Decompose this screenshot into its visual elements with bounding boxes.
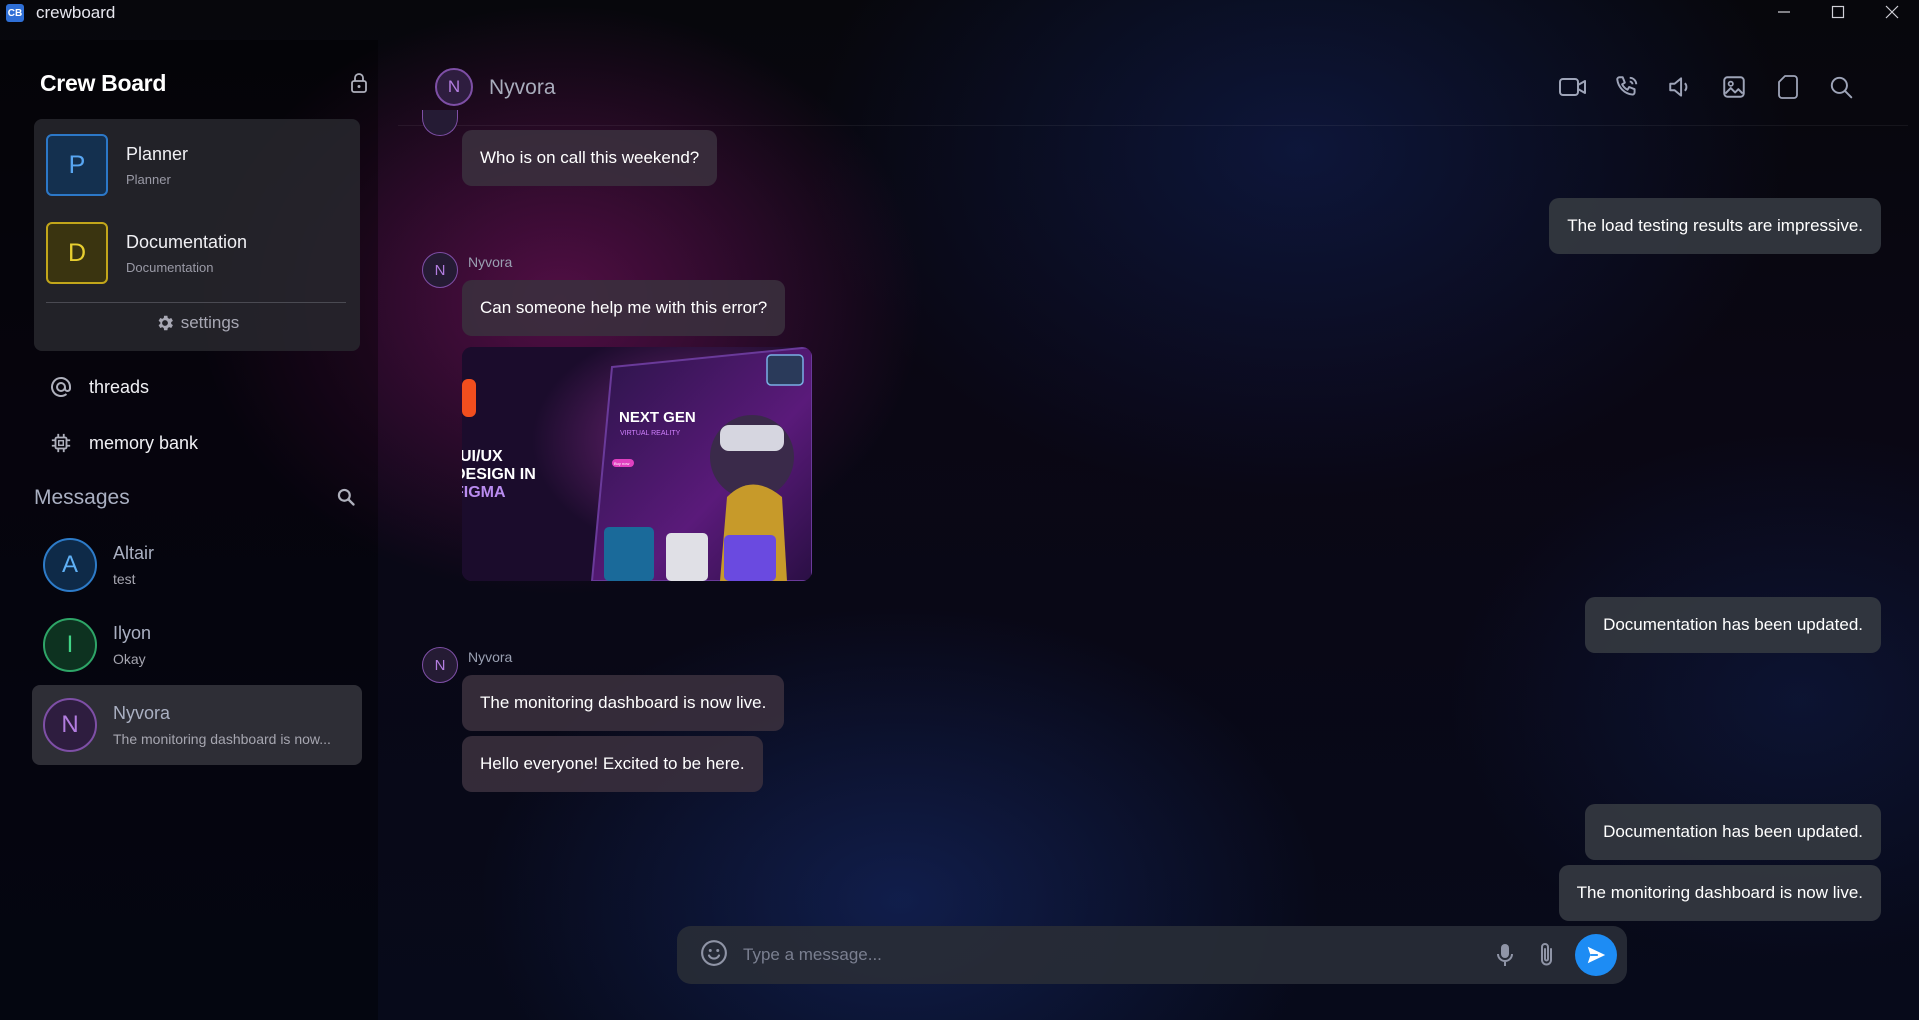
maximize-icon [1831, 5, 1845, 19]
contact-last-message: Okay [113, 651, 146, 667]
speaker-icon [1669, 77, 1688, 97]
contact-item-ilyon[interactable]: I Ilyon Okay [32, 605, 362, 685]
phone-icon [1616, 76, 1638, 96]
workspace-avatar: P [46, 134, 108, 196]
image-icon [1723, 76, 1745, 98]
close-button[interactable] [1865, 0, 1919, 24]
avatar [422, 110, 458, 136]
chip-icon [48, 430, 74, 456]
nav-item-threads[interactable]: threads [48, 374, 149, 400]
window-controls [1757, 0, 1919, 24]
contact-name: Ilyon [113, 623, 152, 643]
minimize-icon [1778, 11, 1790, 13]
contact-item-altair[interactable]: A Altair test [32, 525, 362, 605]
send-icon [1587, 946, 1606, 964]
image-attachment[interactable]: NEXT GEN VIRTUAL REALITY Buy now UI/UX D… [462, 347, 812, 581]
nav-item-memory-bank[interactable]: memory bank [48, 430, 198, 456]
app-logo: CB [6, 4, 24, 22]
workspace-subtitle: Planner [126, 171, 171, 187]
attachment-subheadline: VIRTUAL REALITY [620, 430, 681, 437]
search-icon [1831, 76, 1853, 99]
message-bubble: The load testing results are impressive. [1549, 198, 1881, 254]
attachment-text: UI/UX [462, 448, 503, 465]
avatar: I [43, 618, 97, 672]
sidebar-title: Crew Board [40, 70, 167, 96]
messages-heading: Messages [34, 486, 130, 509]
contact-name: Nyvora [113, 703, 171, 723]
chat-title: Nyvora [489, 76, 556, 99]
attachment-image: NEXT GEN VIRTUAL REALITY Buy now UI/UX D… [462, 347, 812, 581]
avatar: N [435, 68, 473, 106]
video-call-button[interactable] [1546, 70, 1600, 104]
message-bubble: The monitoring dashboard is now live. [1558, 865, 1881, 921]
app-name: crewboard [36, 3, 116, 22]
workspace-item-documentation[interactable]: D Documentation Documentation [46, 221, 346, 285]
workspace-avatar: D [46, 222, 108, 284]
attachment-text: FIGMA [462, 484, 506, 501]
avatar: A [43, 538, 97, 592]
chat-header: N Nyvora [398, 40, 1908, 126]
message-sender: Nyvora [468, 649, 513, 665]
contact-item-nyvora[interactable]: N Nyvora The monitoring dashboard is now… [32, 685, 362, 765]
gear-icon [158, 315, 173, 331]
message-composer [677, 926, 1627, 984]
message-bubble: The monitoring dashboard is now live. [462, 675, 785, 731]
attachment-cta: Buy now [614, 461, 629, 466]
contact-name: Altair [113, 543, 155, 563]
avatar: N [422, 252, 458, 288]
microphone-icon[interactable] [1495, 942, 1515, 968]
search-button[interactable] [1814, 70, 1868, 104]
file-icon [1777, 75, 1798, 99]
message-bubble: Documentation has been updated. [1585, 804, 1881, 860]
lock-icon[interactable] [350, 72, 368, 94]
emoji-icon[interactable] [699, 938, 729, 973]
avatar: N [422, 647, 458, 683]
contact-last-message: The monitoring dashboard is now... [113, 731, 331, 747]
contact-last-message: test [113, 571, 136, 587]
phone-button[interactable] [1600, 70, 1654, 104]
settings-button[interactable]: settings [34, 313, 360, 333]
workspace-title: Planner [126, 143, 189, 164]
nav-label: memory bank [89, 432, 199, 453]
avatar: N [43, 698, 97, 752]
attachment-text: DESIGN IN [462, 466, 536, 483]
paperclip-icon[interactable] [1537, 941, 1557, 969]
maximize-button[interactable] [1811, 0, 1865, 24]
sidebar: Crew Board P Planner Planner D Documenta… [0, 40, 378, 1020]
chat-actions [1546, 70, 1868, 104]
image-button[interactable] [1707, 70, 1761, 104]
send-button[interactable] [1575, 934, 1617, 976]
video-call-icon [1559, 78, 1587, 96]
workspace-title: Documentation [126, 231, 248, 252]
workspace-item-planner[interactable]: P Planner Planner [46, 133, 346, 197]
at-icon [48, 374, 74, 400]
message-bubble: Can someone help me with this error? [462, 280, 786, 336]
message-bubble: Hello everyone! Excited to be here. [462, 736, 763, 792]
minimize-button[interactable] [1757, 0, 1811, 24]
message-bubble: Who is on call this weekend? [462, 130, 718, 186]
file-button[interactable] [1761, 70, 1815, 104]
title-bar: CB crewboard [0, 0, 1919, 26]
speaker-button[interactable] [1654, 70, 1708, 104]
message-input[interactable] [743, 945, 1495, 965]
nav-label: threads [89, 376, 150, 397]
close-icon [1885, 5, 1899, 19]
message-sender: Nyvora [468, 254, 513, 270]
search-icon[interactable] [336, 487, 356, 507]
workspace-card: P Planner Planner D Documentation Docume… [34, 119, 360, 351]
attachment-headline: NEXT GEN [619, 409, 696, 426]
divider [46, 302, 346, 303]
workspace-subtitle: Documentation [126, 259, 214, 275]
message-bubble: Documentation has been updated. [1585, 597, 1881, 653]
settings-label: settings [180, 313, 240, 332]
